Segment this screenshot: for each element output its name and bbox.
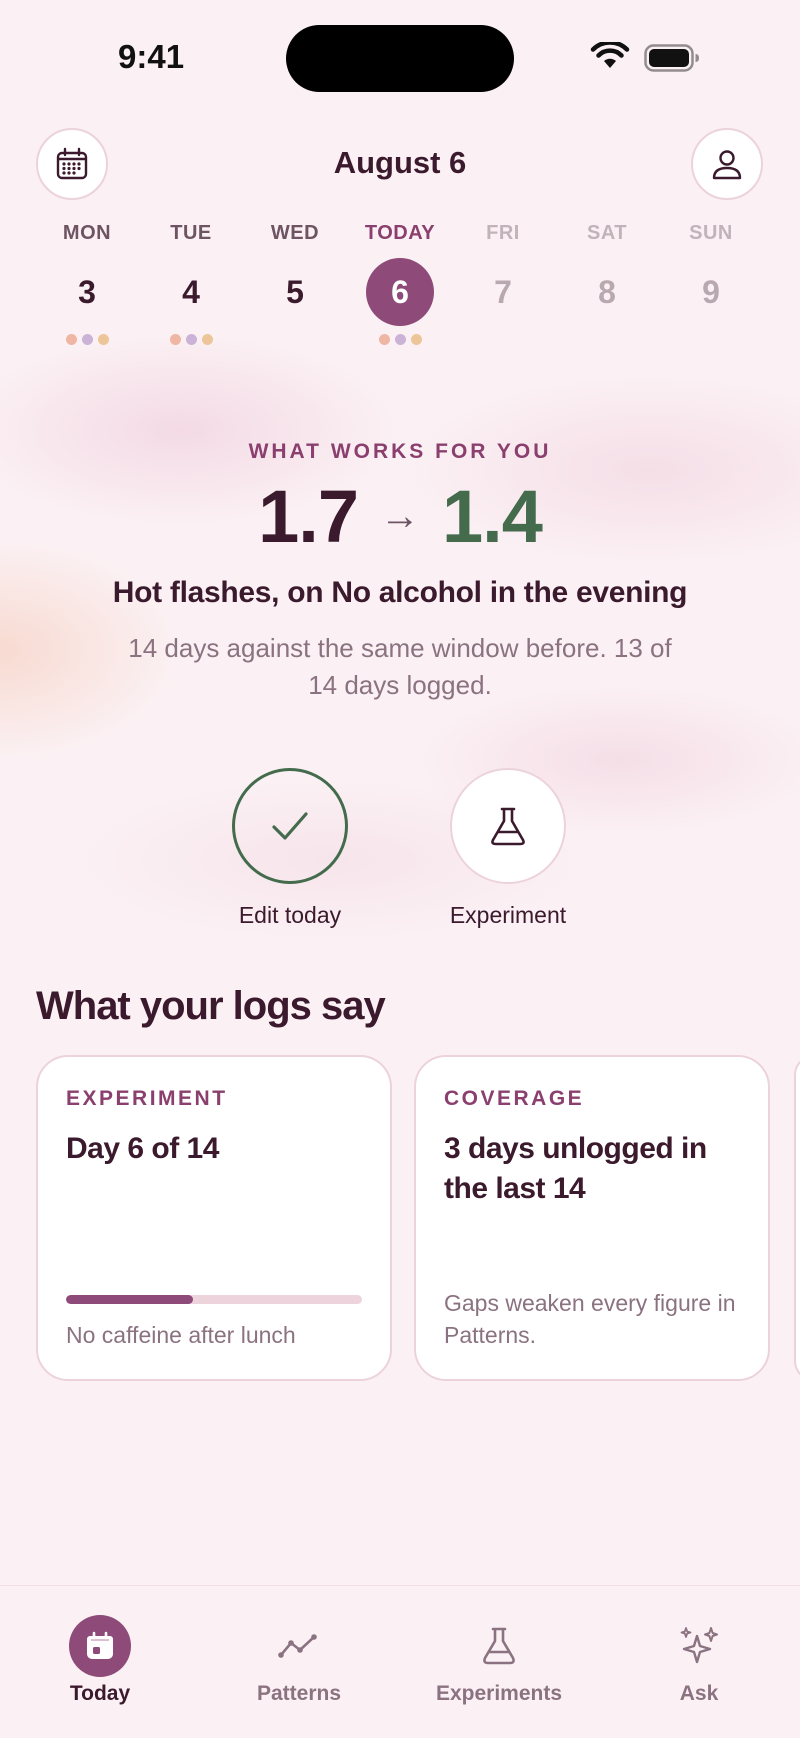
metric-before: 1.7	[258, 475, 359, 558]
day-today[interactable]: TODAY 6	[355, 220, 445, 346]
log-dot	[97, 334, 109, 345]
experiment-button[interactable]: Experiment	[418, 768, 598, 929]
log-dot	[81, 334, 93, 345]
hero-eyebrow: WHAT WORKS FOR YOU	[248, 440, 552, 463]
status-bar: 9:41	[0, 0, 800, 100]
arrow-right-icon: →	[380, 494, 420, 538]
dynamic-island	[286, 25, 514, 92]
battery-icon	[644, 44, 699, 72]
hero-subtitle: 14 days against the same window before. …	[128, 633, 672, 700]
day-sat: SAT 8	[562, 220, 652, 346]
person-icon	[712, 150, 742, 180]
log-dots	[666, 334, 756, 346]
checkmark-icon	[272, 812, 308, 840]
tab-patterns[interactable]: Patterns	[219, 1586, 379, 1706]
log-dots	[458, 334, 548, 346]
week-strip: MON 3 TUE 4 WED 5 TODAY 6 FRI 7 SAT 8 SUN 9	[0, 220, 800, 345]
page-title: August 6	[333, 145, 467, 180]
log-dots	[250, 334, 340, 346]
log-dot	[201, 334, 213, 345]
edit-today-circle[interactable]	[232, 768, 348, 884]
day-tue[interactable]: TUE 4	[146, 220, 236, 346]
edit-today-label: Edit today	[238, 902, 342, 928]
calendar-icon	[87, 1631, 113, 1659]
tab-label: Experiments	[435, 1682, 563, 1705]
card-kicker: EXPERIMENT	[66, 1087, 228, 1110]
coverage-card[interactable]: COVERAGE 3 days unlogged in the last 14 …	[414, 1055, 770, 1381]
day-name: SAT	[586, 222, 627, 244]
sparkles-icon	[680, 1627, 718, 1664]
log-dots	[355, 334, 445, 346]
tab-ask[interactable]: Ask	[619, 1586, 779, 1706]
day-name: SUN	[689, 222, 733, 244]
experiment-label: Experiment	[449, 902, 567, 928]
hero-title: Hot flashes, on No alcohol in the evenin…	[112, 576, 688, 609]
log-dot	[378, 334, 390, 345]
card-kicker: COVERAGE	[444, 1087, 585, 1110]
card-footer: No caffeine after lunch	[66, 1322, 296, 1348]
day-number: 3	[78, 274, 96, 310]
progress-fill	[66, 1295, 194, 1304]
wifi-icon	[590, 42, 630, 68]
day-wed[interactable]: WED 5	[250, 220, 340, 346]
day-number: 8	[598, 274, 616, 310]
day-number: 6	[366, 258, 434, 326]
next-card-peek[interactable]	[794, 1055, 800, 1381]
day-number: 5	[286, 274, 304, 310]
day-name: FRI	[486, 222, 520, 244]
profile-button[interactable]	[691, 128, 763, 200]
day-name: TODAY	[364, 222, 436, 244]
log-dot	[410, 334, 422, 345]
tab-label: Ask	[679, 1682, 719, 1705]
day-number: 9	[702, 274, 720, 310]
log-dot	[394, 334, 406, 345]
tab-label: Patterns	[256, 1682, 342, 1705]
card-footer: Gaps weaken every figure in Patterns.	[444, 1290, 736, 1348]
log-dots	[562, 334, 652, 346]
status-time: 9:41	[118, 38, 185, 75]
edit-today-button[interactable]: Edit today	[200, 768, 380, 929]
day-name: MON	[62, 222, 112, 244]
log-dot	[169, 334, 181, 345]
day-mon[interactable]: MON 3	[42, 220, 132, 346]
day-name: TUE	[170, 222, 212, 244]
day-sun: SUN 9	[666, 220, 756, 346]
metric-after: 1.4	[442, 475, 543, 558]
day-name: WED	[270, 222, 320, 244]
tab-bar: Today Patterns Experiments Ask	[0, 1585, 800, 1738]
trend-line-icon	[278, 1634, 317, 1658]
experiment-card[interactable]: EXPERIMENT Day 6 of 14 No caffeine after…	[36, 1055, 392, 1381]
tab-label: Today	[69, 1682, 131, 1705]
experiment-progress-bar	[66, 1295, 362, 1304]
section-title: What your logs say	[36, 984, 386, 1028]
tab-today[interactable]: Today	[20, 1586, 180, 1706]
flask-icon	[491, 807, 525, 846]
log-dot	[65, 334, 77, 345]
card-title: Day 6 of 14	[66, 1132, 219, 1165]
tab-active-indicator	[69, 1615, 131, 1677]
day-fri: FRI 7	[458, 220, 548, 346]
card-title: 3 days unlogged in the last 14	[444, 1132, 707, 1205]
day-number: 4	[182, 274, 200, 310]
log-dots	[42, 334, 132, 346]
tab-experiments[interactable]: Experiments	[419, 1586, 579, 1706]
log-dot	[185, 334, 197, 345]
flask-icon	[483, 1627, 515, 1665]
log-dots	[146, 334, 236, 346]
experiment-circle[interactable]	[450, 768, 566, 884]
day-number: 7	[494, 274, 512, 310]
hero-metric: 1.7 → 1.4	[0, 474, 800, 564]
